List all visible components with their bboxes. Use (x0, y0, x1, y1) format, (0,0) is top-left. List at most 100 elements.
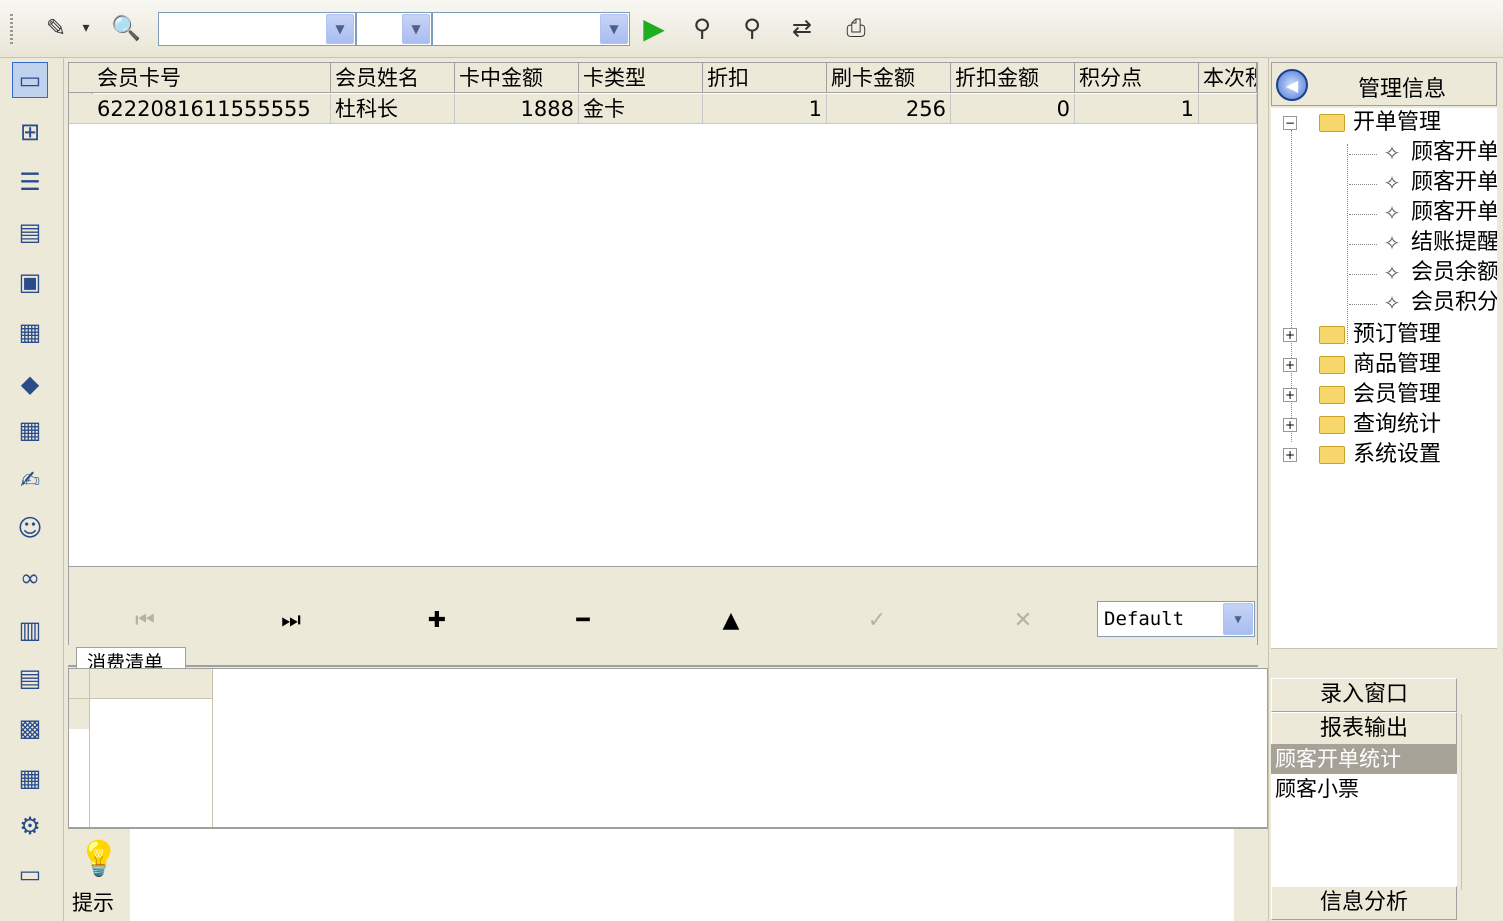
table-row[interactable]: 6222081611555555 杜科长 1888 金卡 1 256 0 1 (69, 94, 1257, 124)
left-sidebar: ▭ ⊞ ☰ ▤ ▣ ▦ ◆ ▦ ✍ ☺ ∞ ▥ ▤ ▩ ▦ ⚙ ▭ (0, 58, 64, 921)
input-window-button[interactable]: 录入窗口 (1271, 678, 1457, 712)
tree-folder-goods[interactable]: + 商品管理 (1283, 350, 1441, 380)
toolbar-combo-3[interactable]: ▼ (432, 12, 630, 46)
tree-item-checkout-reminder[interactable]: ✧ 结账提醒 (1379, 228, 1497, 258)
cell-points[interactable]: 1 (1075, 94, 1199, 124)
col-header-discount[interactable]: 折扣 (703, 63, 827, 93)
folder-icon (1319, 386, 1345, 404)
col-header-points[interactable]: 积分点 (1075, 63, 1199, 93)
delete-record-button[interactable]: ━ (563, 605, 603, 635)
pencil-icon[interactable]: ✎ (38, 10, 74, 46)
collapse-circle-icon[interactable]: ◀ (1276, 69, 1308, 101)
print-icon[interactable]: ⎙ (838, 10, 874, 46)
tree-item-label: 结账提醒 (1411, 230, 1497, 255)
tree-folder-billing[interactable]: − 开单管理 (1283, 108, 1441, 138)
tree-item-customer-bill-3[interactable]: ✧ 顾客开单 (1379, 198, 1497, 228)
tree-item-label: 会员积分 (1411, 290, 1497, 315)
col-header-balance[interactable]: 卡中金额 (455, 63, 579, 93)
tree-folder-reservation[interactable]: + 预订管理 (1283, 320, 1441, 350)
lightbulb-icon: 💡 (77, 839, 121, 879)
list-item[interactable]: 顾客小票 (1271, 774, 1457, 804)
cell-discount-amount[interactable]: 0 (951, 94, 1075, 124)
tree-item-customer-bill-1[interactable]: ✧ 顾客开单 (1379, 138, 1497, 168)
cell-swipe-amount[interactable]: 256 (827, 94, 951, 124)
chevron-down-icon[interactable]: ▼ (402, 14, 430, 44)
play-icon[interactable]: ▶ (636, 10, 672, 46)
collapse-icon[interactable]: − (1283, 116, 1297, 130)
window-icon[interactable]: ▭ (12, 62, 48, 98)
edit-icon[interactable]: ✍ (12, 462, 48, 498)
toolbar-combo-1[interactable]: ▼ (158, 12, 356, 46)
tab-consumption-list[interactable]: 消费清单 (76, 647, 186, 669)
first-record-button[interactable]: ⏮ (125, 605, 165, 635)
chevron-down-icon[interactable]: ▼ (1223, 603, 1253, 635)
detail-row-indicator[interactable] (69, 699, 89, 729)
calendar-icon[interactable]: ▦ (12, 314, 48, 350)
panel-header: ◀ 管理信息 (1271, 62, 1497, 106)
users-icon[interactable]: ☺ (12, 510, 48, 546)
toolbar-combo-2[interactable]: ▼ (356, 12, 432, 46)
chevron-down-icon[interactable]: ▼ (600, 14, 628, 44)
expand-icon[interactable]: + (1283, 328, 1297, 342)
card-icon[interactable]: ▥ (12, 612, 48, 648)
tree-folder-members[interactable]: + 会员管理 (1283, 380, 1441, 410)
expand-icon[interactable]: + (1283, 418, 1297, 432)
cancel-record-button[interactable]: ✕ (1003, 605, 1043, 635)
insert-record-button[interactable]: ✚ (417, 605, 457, 635)
settings-icon[interactable]: ⚙ (12, 808, 48, 844)
cell-name[interactable]: 杜科长 (331, 94, 455, 124)
hint-scrollbar[interactable] (1234, 829, 1268, 921)
expand-icon[interactable]: + (1283, 448, 1297, 462)
info-analysis-button[interactable]: 信息分析 (1271, 886, 1457, 920)
chart-icon[interactable]: ▣ (12, 264, 48, 300)
grid-icon[interactable]: ▦ (12, 760, 48, 796)
col-header-card-no[interactable]: 会员卡号 (93, 63, 331, 93)
tree-item-member-balance[interactable]: ✧ 会员余额 (1379, 258, 1497, 288)
tree-icon[interactable]: ⊞ (12, 114, 48, 150)
list-icon[interactable]: ☰ (12, 164, 48, 200)
tree-line (1349, 154, 1377, 155)
replace-icon[interactable]: ⇄ (784, 10, 820, 46)
cell-discount[interactable]: 1 (703, 94, 827, 124)
tree-folder-system-settings[interactable]: + 系统设置 (1283, 440, 1441, 470)
cell-card-no[interactable]: 6222081611555555 (93, 94, 331, 124)
binoculars-icon[interactable]: ∞ (12, 560, 48, 596)
report-output-button[interactable]: 报表输出 (1271, 712, 1457, 746)
note-icon[interactable]: ▭ (12, 856, 48, 892)
tree-item-customer-bill-2[interactable]: ✧ 顾客开单 (1379, 168, 1497, 198)
document-icon[interactable]: ▤ (12, 214, 48, 250)
hint-label: 提示 (72, 891, 114, 915)
col-header-swipe-amount[interactable]: 刷卡金额 (827, 63, 951, 93)
col-header-name[interactable]: 会员姓名 (331, 63, 455, 93)
col-header-current-points[interactable]: 本次积 (1199, 63, 1257, 93)
panel-separator (1271, 648, 1497, 678)
layout-select[interactable]: Default ▼ (1097, 601, 1255, 637)
calc-icon[interactable]: ▩ (12, 710, 48, 746)
tree-item-member-points[interactable]: ✧ 会员积分 (1379, 288, 1497, 318)
toolbar-grip[interactable] (10, 14, 13, 44)
col-header-discount-amount[interactable]: 折扣金额 (951, 63, 1075, 93)
post-record-button[interactable]: ✓ (857, 605, 897, 635)
col-header-card-type[interactable]: 卡类型 (579, 63, 703, 93)
cell-card-type[interactable]: 金卡 (579, 94, 703, 124)
tree-folder-query-stats[interactable]: + 查询统计 (1283, 410, 1441, 440)
table-icon[interactable]: ▦ (12, 412, 48, 448)
expand-icon[interactable]: + (1283, 358, 1297, 372)
diamond-grid-icon[interactable]: ◆ (12, 366, 48, 402)
edit-record-button[interactable]: ▲ (711, 605, 751, 635)
report-list-scrollbar[interactable] (1461, 714, 1497, 890)
chevron-down-icon[interactable]: ▼ (326, 14, 354, 44)
dropdown-arrow-icon[interactable]: ▾ (74, 10, 98, 46)
search-doc-icon[interactable]: 🔍 (108, 10, 144, 46)
find-next-icon[interactable]: ⚲ (734, 10, 770, 46)
list-item[interactable]: 顾客开单统计 (1271, 744, 1457, 774)
report-icon[interactable]: ▤ (12, 660, 48, 696)
last-record-button[interactable]: ⏭ (271, 605, 311, 635)
cell-balance[interactable]: 1888 (455, 94, 579, 124)
key-icon: ✧ (1383, 261, 1401, 285)
tree-line (1349, 304, 1377, 305)
cell-current-points[interactable] (1199, 94, 1257, 124)
detail-grid-divider (212, 699, 213, 827)
find-icon[interactable]: ⚲ (684, 10, 720, 46)
expand-icon[interactable]: + (1283, 388, 1297, 402)
